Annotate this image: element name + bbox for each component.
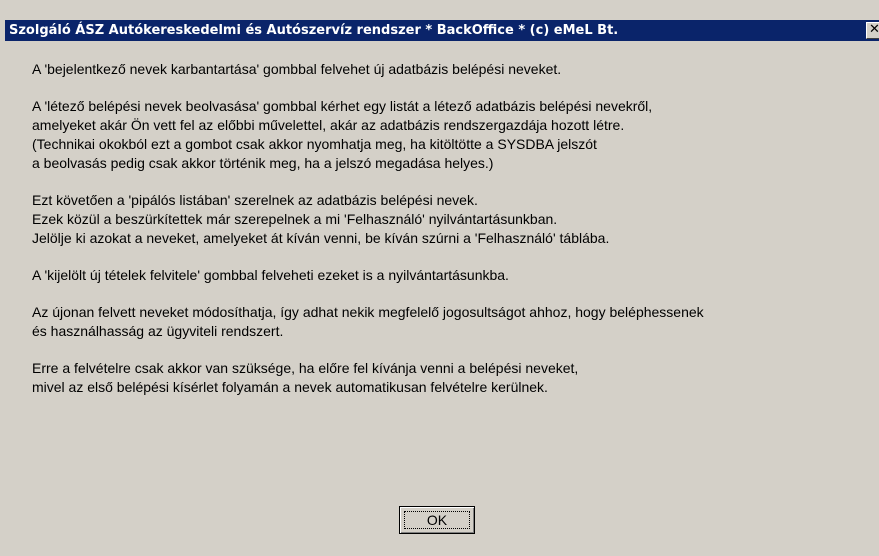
message-line: Erre a felvételre csak akkor van szükség… [32,360,579,376]
ok-button[interactable]: OK [399,506,475,534]
message-line: Ezek közül a beszürkítettek már szerepel… [32,211,558,227]
window-title: Szolgáló ÁSZ Autókereskedelmi és Autósze… [9,23,619,38]
message-paragraph: Ezt követően a 'pipálós listában' szerel… [32,191,877,248]
message-line: amelyeket akár Ön vett fel az előbbi műv… [32,117,625,133]
message-text: A 'bejelentkező nevek karbantartása' gom… [32,60,877,415]
message-line: (Technikai okokból ezt a gombot csak akk… [32,136,597,152]
message-line: mivel az első belépési kísérlet folyamán… [32,379,548,395]
message-line: A 'bejelentkező nevek karbantartása' gom… [32,61,562,77]
message-paragraph: Erre a felvételre csak akkor van szükség… [32,359,877,397]
message-paragraph: A 'kijelölt új tételek felvitele' gombba… [32,266,877,285]
message-line: Az újonan felvett neveket módosíthatja, … [32,304,704,320]
message-line: és használhasság az ügyviteli rendszert. [32,323,284,339]
message-line: A 'létező belépési nevek beolvasása' gom… [32,98,653,114]
message-paragraph: Az újonan felvett neveket módosíthatja, … [32,303,877,341]
message-line: Jelölje ki azokat a neveket, amelyeket á… [32,230,610,246]
dialog-window: Szolgáló ÁSZ Autókereskedelmi és Autósze… [0,0,879,556]
message-line: Ezt követően a 'pipálós listában' szerel… [32,192,478,208]
title-bar[interactable]: Szolgáló ÁSZ Autókereskedelmi és Autósze… [5,20,879,41]
message-line: A 'kijelölt új tételek felvitele' gombba… [32,267,509,283]
message-paragraph: A 'létező belépési nevek beolvasása' gom… [32,97,877,173]
ok-button-label: OK [426,512,448,528]
message-line: a beolvasás pedig csak akkor történik me… [32,155,494,171]
message-paragraph: A 'bejelentkező nevek karbantartása' gom… [32,60,877,79]
close-icon[interactable]: ✕ [866,22,879,39]
